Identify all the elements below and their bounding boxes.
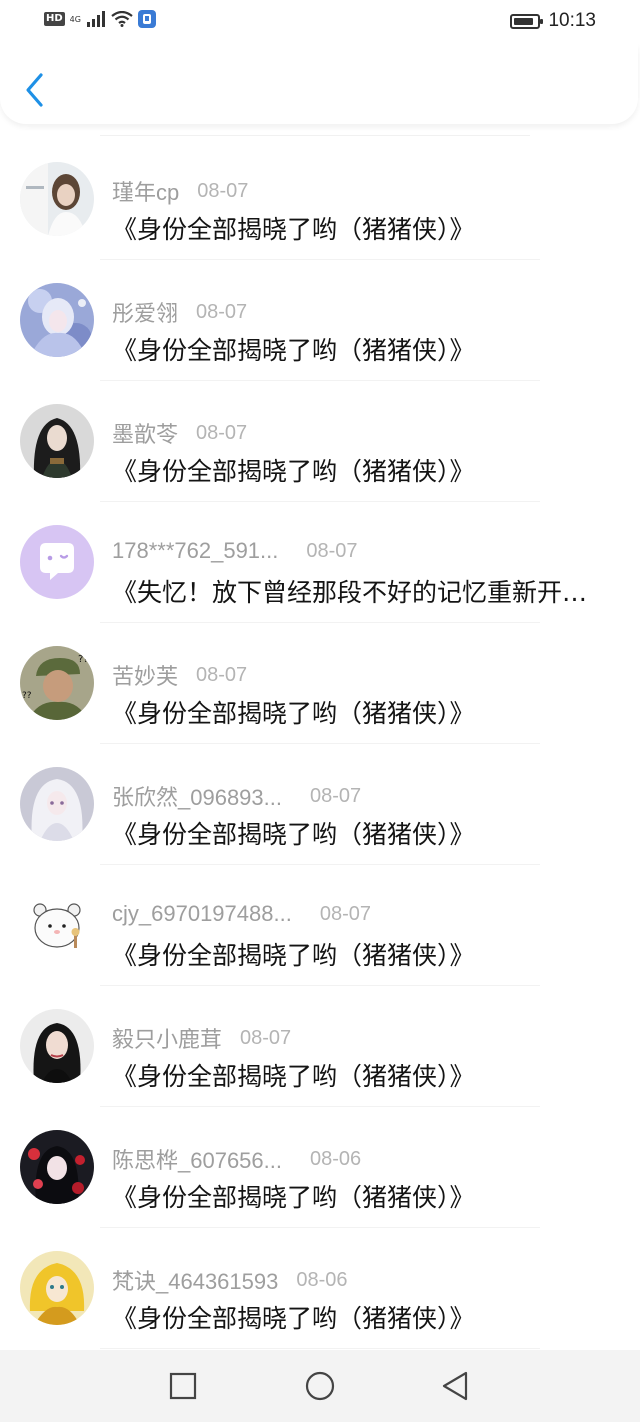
- avatar-white-hair-girl-icon: [20, 767, 94, 841]
- story-title[interactable]: 《身份全部揭晓了哟（猪猪侠）》: [112, 455, 602, 489]
- list-item[interactable]: cjy_6970197488... 08-07 《身份全部揭晓了哟（猪猪侠）》: [0, 865, 640, 986]
- post-date: 08-07: [196, 663, 248, 686]
- avatar[interactable]: [20, 888, 94, 962]
- user-name[interactable]: 瑾年cp: [112, 175, 179, 207]
- svg-text:??: ??: [78, 654, 89, 665]
- avatar[interactable]: ?? ??: [20, 646, 94, 720]
- list-item[interactable]: 梵诀_464361593 08-06 《身份全部揭晓了哟（猪猪侠）》: [0, 1228, 640, 1349]
- avatar[interactable]: [20, 767, 94, 841]
- story-title[interactable]: 《身份全部揭晓了哟（猪猪侠）》: [112, 818, 602, 852]
- name-row: 梵诀_464361593 08-06: [112, 1264, 348, 1296]
- battery-fill: [514, 17, 534, 25]
- hd-badge: HD: [44, 12, 65, 26]
- clock: 10:13: [548, 10, 596, 31]
- app-notification-icon: [137, 10, 156, 28]
- post-date: 08-07: [319, 902, 371, 925]
- story-title[interactable]: 《身份全部揭晓了哟（猪猪侠）》: [112, 1060, 602, 1094]
- list-item[interactable]: 178***762_591... 08-07 《失忆！放下曾经那段不好的记忆重新…: [0, 502, 640, 623]
- square-icon: [169, 1372, 197, 1400]
- user-name[interactable]: 毅只小鹿茸: [112, 1022, 222, 1054]
- name-row: cjy_6970197488... 08-07: [112, 901, 371, 927]
- name-row: 彤爱翎 08-07: [112, 296, 247, 328]
- user-name[interactable]: 梵诀_464361593: [112, 1264, 278, 1296]
- post-date: 08-07: [196, 421, 248, 444]
- post-date: 08-07: [197, 179, 249, 202]
- back-nav-button[interactable]: [440, 1370, 472, 1402]
- status-bar: HD 4G 10:13: [0, 0, 640, 44]
- story-title[interactable]: 《身份全部揭晓了哟（猪猪侠）》: [112, 939, 602, 973]
- user-name[interactable]: 苦妙芙: [112, 659, 178, 691]
- chevron-left-icon: [26, 73, 43, 107]
- post-date: 08-07: [310, 784, 362, 807]
- svg-text:??: ??: [22, 691, 32, 701]
- list-item[interactable]: 陈思桦_607656... 08-06 《身份全部揭晓了哟（猪猪侠）》: [0, 1107, 640, 1228]
- avatar-yellow-anime-icon: [20, 1251, 94, 1325]
- avatar[interactable]: [20, 162, 94, 236]
- story-title[interactable]: 《身份全部揭晓了哟（猪猪侠）》: [112, 334, 602, 368]
- top-nav-bar: [0, 44, 638, 124]
- battery-icon: [510, 13, 544, 29]
- item-divider: [100, 1348, 540, 1349]
- avatar[interactable]: [20, 1130, 94, 1204]
- system-nav-bar: [0, 1350, 640, 1422]
- back-button[interactable]: [18, 70, 52, 110]
- list-item[interactable]: ?? ?? 苦妙芙 08-07 《身份全部揭晓了哟（猪猪侠）》: [0, 623, 640, 744]
- post-date: 08-07: [306, 539, 358, 562]
- user-name[interactable]: cjy_6970197488...: [112, 901, 292, 927]
- recent-apps-button[interactable]: [167, 1370, 199, 1402]
- story-title[interactable]: 《身份全部揭晓了哟（猪猪侠）》: [112, 1181, 602, 1215]
- avatar-soldier-meme-icon: ?? ??: [20, 646, 94, 720]
- wifi-icon: [111, 11, 133, 27]
- user-name[interactable]: 178***762_591...: [112, 538, 278, 564]
- name-row: 毅只小鹿茸 08-07: [112, 1022, 291, 1054]
- story-title[interactable]: 《身份全部揭晓了哟（猪猪侠）》: [112, 1302, 602, 1336]
- list-top-divider: [100, 135, 530, 136]
- status-right: 10:13: [510, 10, 596, 32]
- post-date: 08-06: [296, 1268, 348, 1291]
- avatar[interactable]: [20, 404, 94, 478]
- post-date: 08-07: [240, 1026, 292, 1049]
- triangle-back-icon: [442, 1371, 468, 1401]
- avatar-woman-portrait-icon: [20, 1009, 94, 1083]
- avatar[interactable]: [20, 1251, 94, 1325]
- name-row: 瑾年cp 08-07: [112, 175, 248, 207]
- story-title[interactable]: 《失忆！放下曾经那段不好的记忆重新开始》: [112, 576, 602, 610]
- signal-icon: [86, 11, 105, 27]
- avatar-dark-hair-girl-icon: [20, 404, 94, 478]
- name-row: 苦妙芙 08-07: [112, 659, 247, 691]
- name-row: 178***762_591... 08-07: [112, 538, 358, 564]
- avatar[interactable]: [20, 1009, 94, 1083]
- user-name[interactable]: 彤爱翎: [112, 296, 178, 328]
- chat-bubble-icon: [20, 525, 94, 599]
- user-name[interactable]: 张欣然_096893...: [112, 780, 282, 812]
- name-row: 张欣然_096893... 08-07: [112, 780, 361, 812]
- user-name[interactable]: 墨歆苓: [112, 417, 178, 449]
- circle-icon: [305, 1371, 335, 1401]
- status-left: HD 4G: [44, 10, 156, 28]
- list-item[interactable]: 张欣然_096893... 08-07 《身份全部揭晓了哟（猪猪侠）》: [0, 744, 640, 865]
- user-name[interactable]: 陈思桦_607656...: [112, 1143, 282, 1175]
- network-type-label: 4G: [69, 14, 81, 24]
- list-item[interactable]: 墨歆苓 08-07 《身份全部揭晓了哟（猪猪侠）》: [0, 381, 640, 502]
- story-title[interactable]: 《身份全部揭晓了哟（猪猪侠）》: [112, 213, 602, 247]
- avatar[interactable]: [20, 525, 94, 599]
- name-row: 陈思桦_607656... 08-06: [112, 1143, 361, 1175]
- contributor-list: 瑾年cp 08-07 《身份全部揭晓了哟（猪猪侠）》 彤爱翎 08-07 《身份…: [0, 124, 640, 1350]
- list-item[interactable]: 瑾年cp 08-07 《身份全部揭晓了哟（猪猪侠）》: [0, 139, 640, 260]
- list-item[interactable]: 毅只小鹿茸 08-07 《身份全部揭晓了哟（猪猪侠）》: [0, 986, 640, 1107]
- avatar-anime-blue-icon: [20, 283, 94, 357]
- avatar-girl-photo-icon: [20, 162, 94, 236]
- post-date: 08-06: [310, 1147, 362, 1170]
- avatar-cartoon-bear-icon: [20, 888, 94, 962]
- list-item[interactable]: 彤爱翎 08-07 《身份全部揭晓了哟（猪猪侠）》: [0, 260, 640, 381]
- home-button[interactable]: [304, 1370, 336, 1402]
- post-date: 08-07: [196, 300, 248, 323]
- avatar-red-flowers-girl-icon: [20, 1130, 94, 1204]
- name-row: 墨歆苓 08-07: [112, 417, 247, 449]
- story-title[interactable]: 《身份全部揭晓了哟（猪猪侠）》: [112, 697, 602, 731]
- avatar[interactable]: [20, 283, 94, 357]
